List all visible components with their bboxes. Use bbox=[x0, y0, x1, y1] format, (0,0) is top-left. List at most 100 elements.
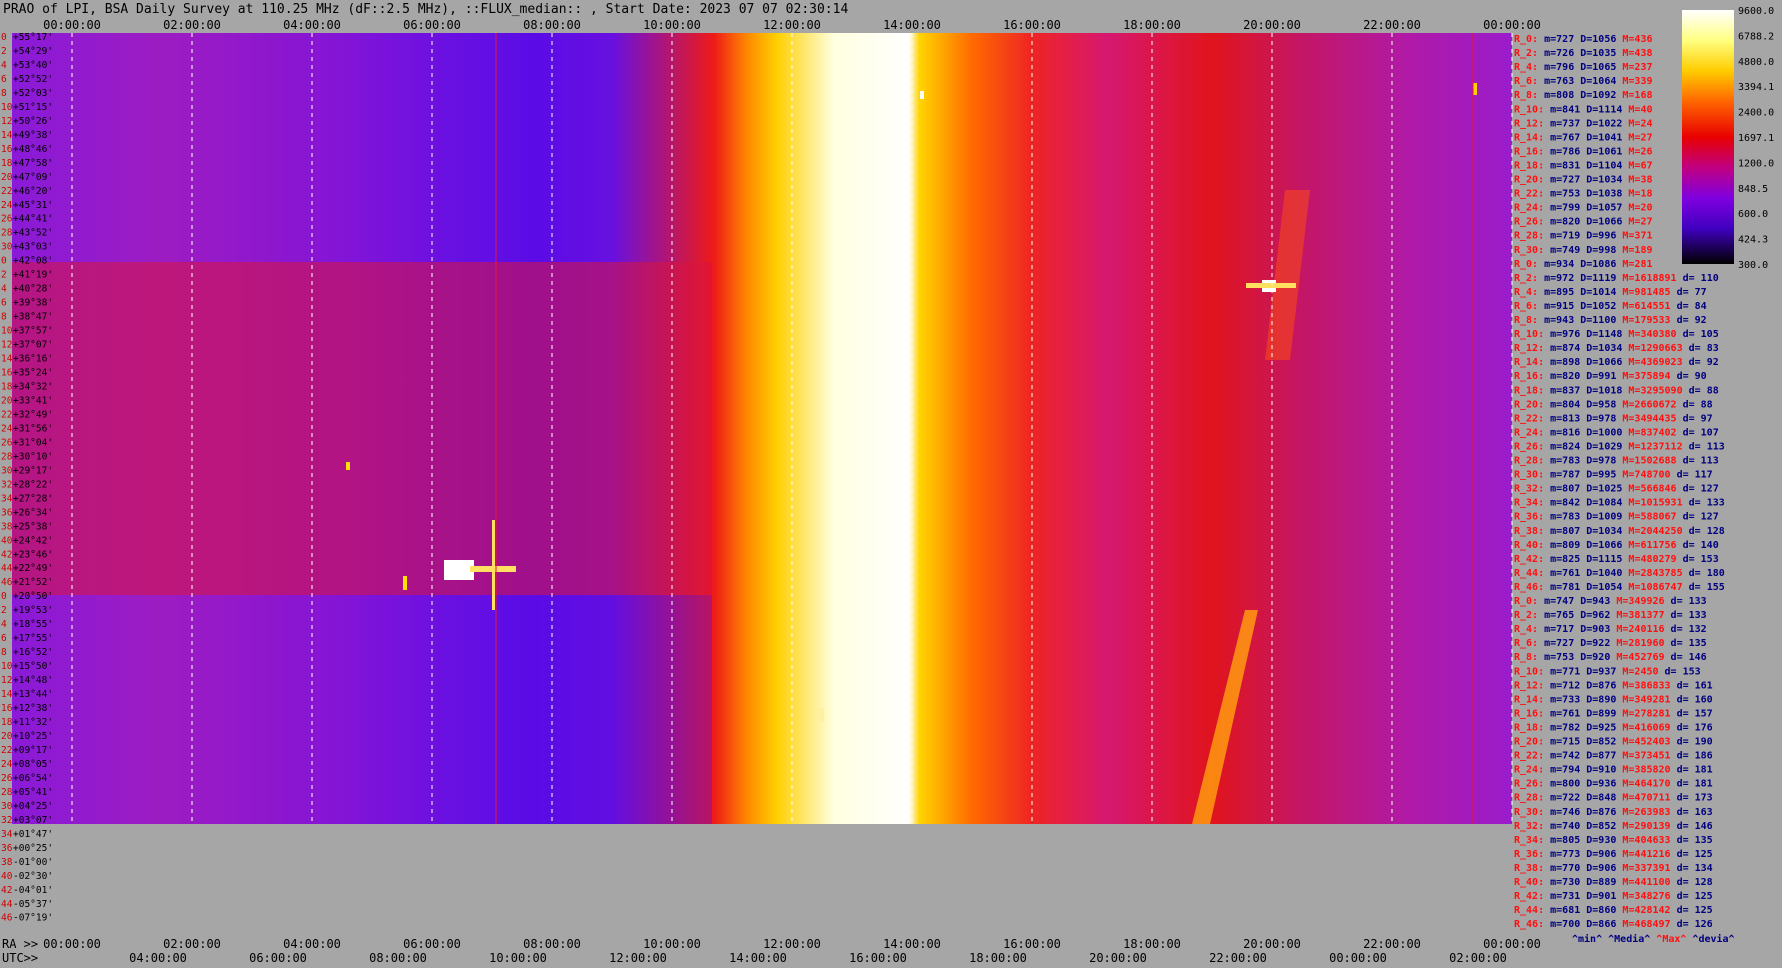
row-stat-part: D=943 bbox=[1574, 596, 1610, 607]
row-stat-part: M=26 bbox=[1622, 146, 1652, 157]
row-stat-part: M=416069 bbox=[1616, 722, 1670, 733]
row-stat-part: D=1041 bbox=[1580, 132, 1622, 143]
colorbar: 9600.0 6788.2 4800.0 3394.1 2400.0 1697.1 1200… bbox=[1682, 6, 1774, 271]
declination-index: 14 bbox=[1, 354, 13, 365]
declination-label: +32°49' bbox=[13, 409, 53, 420]
top-axis-ticks: 00:00:00 02:00:00 04:00:00 06:00:00 08:00:00… bbox=[43, 18, 1541, 32]
declination-label: +09°17' bbox=[13, 745, 53, 756]
row-stat-part: R_6: bbox=[1514, 76, 1538, 87]
row-stat-part: M=837402 bbox=[1622, 427, 1676, 438]
row-stat-part: R_4: bbox=[1514, 62, 1538, 73]
row-stat-part: d= 107 bbox=[1677, 427, 1719, 438]
declination-index: 20 bbox=[1, 731, 13, 742]
row-stat: R_8: m=808 D=1092 M=168 bbox=[1514, 90, 1653, 101]
utc-axis: UTC>> 04:00:00 06:00:00 08:00:00 10:00:00 12:… bbox=[2, 951, 1507, 965]
row-stat: R_32: m=740 D=852 M=290139 d= 146 bbox=[1514, 821, 1713, 832]
declination-index: 4 bbox=[1, 284, 7, 295]
row-stat-part: R_20: bbox=[1514, 175, 1544, 186]
row-stat-part: R_28: bbox=[1514, 456, 1544, 467]
row-stat-part: R_46: bbox=[1514, 582, 1544, 593]
top-tick-label: 14:00:00 bbox=[883, 18, 941, 32]
row-stat-part: D=910 bbox=[1580, 765, 1616, 776]
row-stat-part: m=915 bbox=[1538, 301, 1574, 312]
utc-prefix: UTC>> bbox=[2, 951, 38, 965]
row-stat-part: m=796 bbox=[1538, 62, 1574, 73]
row-stat-part: M=452403 bbox=[1616, 737, 1670, 748]
row-stat: R_44: m=681 D=860 M=428142 d= 125 bbox=[1514, 905, 1713, 916]
row-stat-part: d= 92 bbox=[1671, 315, 1707, 326]
row-stat-part: R_6: bbox=[1514, 638, 1538, 649]
declination-index: 38 bbox=[1, 857, 13, 868]
row-stat-part: m=820 bbox=[1544, 371, 1580, 382]
row-stat-part: D=1034 bbox=[1580, 526, 1622, 537]
row-stat-part: d= 88 bbox=[1677, 399, 1713, 410]
row-stat-part: M=24 bbox=[1622, 118, 1652, 129]
row-stat-part: M=3494435 bbox=[1616, 413, 1676, 424]
row-stat-part: M=1086747 bbox=[1622, 582, 1682, 593]
row-stat-part: m=783 bbox=[1544, 512, 1580, 523]
declination-index: 12 bbox=[1, 675, 12, 686]
row-stat-part: R_16: bbox=[1514, 146, 1544, 157]
row-stat-part: m=731 bbox=[1544, 891, 1580, 902]
utc-tick-label: 04:00:00 bbox=[129, 951, 187, 965]
row-stat-part: m=807 bbox=[1544, 526, 1580, 537]
declination-index: 32 bbox=[1, 815, 12, 826]
declination-index: 28 bbox=[1, 787, 13, 798]
row-stat-part: R_24: bbox=[1514, 203, 1544, 214]
row-stat: R_0: m=747 D=943 M=349926 d= 133 bbox=[1514, 596, 1707, 607]
row-stat: R_20: m=804 D=958 M=2660672 d= 88 bbox=[1514, 399, 1713, 410]
declination-index: 12 bbox=[1, 340, 12, 351]
declination-label: +00°25' bbox=[13, 843, 53, 854]
row-stat-part: d= 186 bbox=[1671, 751, 1713, 762]
row-stat-part: D=1054 bbox=[1580, 582, 1622, 593]
utc-tick-label: 12:00:00 bbox=[609, 951, 667, 965]
ra-tick-label: 16:00:00 bbox=[1003, 937, 1061, 951]
row-stat: R_18: m=837 D=1018 M=3295090 d= 88 bbox=[1514, 385, 1719, 396]
top-tick-label: 10:00:00 bbox=[643, 18, 701, 32]
row-stat: R_24: m=816 D=1000 M=837402 d= 107 bbox=[1514, 427, 1719, 438]
row-stat-part: D=1086 bbox=[1574, 259, 1616, 270]
declination-index: 8 bbox=[1, 88, 7, 99]
source-spot-1 bbox=[403, 576, 407, 590]
row-stat-part: D=852 bbox=[1580, 737, 1616, 748]
stat-footer-part: ^devia^ bbox=[1686, 933, 1734, 945]
declination-index: 24 bbox=[1, 759, 13, 770]
colorbar-tick-label: 848.5 bbox=[1738, 184, 1768, 195]
row-stat-part: R_0: bbox=[1514, 259, 1538, 270]
row-stat: R_10: m=841 D=1114 M=40 bbox=[1514, 104, 1653, 115]
row-stat-part: d= 113 bbox=[1683, 441, 1725, 452]
declination-label: +05°41' bbox=[13, 787, 53, 798]
row-stat-part: R_32: bbox=[1514, 821, 1544, 832]
row-stat-part: R_10: bbox=[1514, 329, 1544, 340]
row-stat-part: m=825 bbox=[1544, 554, 1580, 565]
declination-index: 28 bbox=[1, 228, 13, 239]
row-stat-part: R_46: bbox=[1514, 919, 1544, 930]
declination-label: +37°57' bbox=[13, 326, 53, 337]
colorbar-tick-label: 9600.0 bbox=[1738, 6, 1774, 17]
row-stat-part: D=848 bbox=[1580, 793, 1616, 804]
colorbar-tick-label: 600.0 bbox=[1738, 209, 1768, 220]
colorbar-tick-label: 300.0 bbox=[1738, 260, 1768, 271]
row-stat-part: m=786 bbox=[1544, 146, 1580, 157]
row-stat: R_12: m=874 D=1034 M=1290663 d= 83 bbox=[1514, 343, 1719, 354]
row-stat-part: m=733 bbox=[1544, 694, 1580, 705]
declination-index: 16 bbox=[1, 144, 13, 155]
row-stat-part: D=1104 bbox=[1580, 160, 1622, 171]
row-stat-part: d= 161 bbox=[1671, 680, 1713, 691]
declination-label: +14°48' bbox=[13, 675, 53, 686]
declination-label: +48°46' bbox=[13, 144, 53, 155]
row-stat-part: d= 140 bbox=[1677, 540, 1719, 551]
row-stat-part: M=18 bbox=[1622, 189, 1652, 200]
row-stat-part: m=808 bbox=[1538, 90, 1574, 101]
row-stat-part: M=1290663 bbox=[1622, 343, 1682, 354]
row-stat-part: M=404633 bbox=[1616, 835, 1670, 846]
row-stat-part: M=480279 bbox=[1622, 554, 1676, 565]
row-stat-part: R_12: bbox=[1514, 680, 1544, 691]
declination-label: +54°29' bbox=[13, 46, 53, 57]
row-stat-part: m=895 bbox=[1538, 287, 1574, 298]
declination-index: 16 bbox=[1, 368, 13, 379]
row-stat-part: D=1025 bbox=[1580, 484, 1622, 495]
row-stat-part: M=179533 bbox=[1616, 315, 1670, 326]
row-stat: R_32: m=807 D=1025 M=566846 d= 127 bbox=[1514, 484, 1719, 495]
stat-footer-part: ^Media^ bbox=[1602, 933, 1650, 945]
